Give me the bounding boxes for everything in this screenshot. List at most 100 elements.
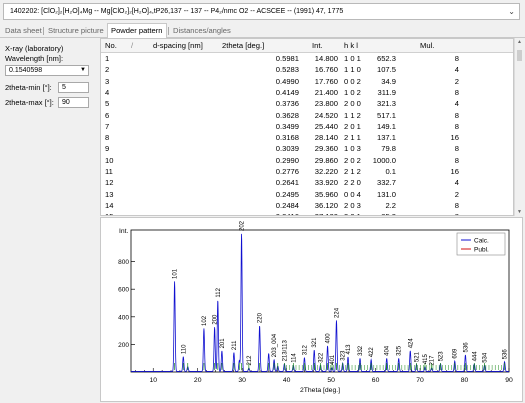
table-row[interactable]: 6 0.3628 24.520 517.1 1 1 2 8 — [101, 110, 513, 121]
tab-distances-angles[interactable]: Distances/angles — [170, 24, 234, 37]
table-cell: 8 — [454, 155, 459, 165]
table-cell: 6 — [105, 110, 110, 120]
table-cell: 8 — [105, 133, 110, 143]
peak-label: 415 — [423, 353, 429, 364]
x-tick-label: 80 — [461, 377, 469, 384]
table-row[interactable]: 13 0.2495 35.960 131.0 0 0 4 2 — [101, 189, 513, 200]
table-cell: 2 1 2 — [344, 167, 361, 176]
peak-label: 322 — [318, 352, 324, 363]
table-cell: 8 — [454, 121, 459, 131]
table-cell: 0.2776 — [275, 167, 299, 176]
table-header: No. / d-spacing [nm] 2theta [deg.] Int. … — [101, 39, 513, 53]
theta-max-label: 2theta-max [°]: — [5, 98, 54, 107]
table-row[interactable]: 5 0.3736 23.800 321.3 2 0 0 4 — [101, 98, 513, 109]
column-header-d-spacing[interactable]: d-spacing [nm] — [153, 39, 203, 52]
theta-max-input[interactable]: 90 — [58, 97, 89, 108]
table-cell: 9 — [105, 144, 110, 154]
powder-pattern-plot: 200 400 600 800 10 20 30 40 50 60 70 80 90 Int. 2Theta… — [118, 220, 513, 394]
table-row[interactable]: 7 0.3499 25.440 149.1 2 0 1 8 — [101, 121, 513, 132]
table-cell: 0.3736 — [275, 99, 299, 109]
peak-label: 114 — [291, 353, 297, 363]
wavelength-select[interactable]: 0.1540598 ▼ — [5, 65, 89, 76]
column-header-multiplicity[interactable]: Mul. — [420, 39, 434, 52]
table-cell: 1 1 2 — [344, 110, 361, 120]
x-tick-label: 90 — [505, 377, 513, 384]
x-tick-label: 50 — [327, 377, 335, 384]
tab-structure-picture[interactable]: Structure picture — [45, 24, 107, 37]
table-cell: 0.2990 — [275, 155, 299, 165]
table-cell: 0.5283 — [275, 65, 299, 75]
peak-label: 202 — [240, 220, 246, 231]
tab-bar: Data sheet Structure picture Powder patt… — [0, 23, 525, 39]
chevron-down-icon[interactable]: ⌄ — [508, 4, 515, 19]
peak-label: 523 — [439, 351, 445, 362]
peak-label: 404 — [385, 345, 391, 356]
column-header-intensity[interactable]: Int. — [312, 39, 323, 52]
table-cell: 0.4149 — [275, 87, 299, 97]
table-row[interactable]: 4 0.4149 21.400 311.9 1 0 2 8 — [101, 87, 513, 98]
peak-label: 536 — [463, 342, 469, 353]
table-cell: 0.2641 — [275, 178, 299, 188]
table-cell: 149.1 — [376, 121, 396, 131]
table-cell: 137.1 — [376, 133, 396, 143]
table-cell: 85.2 — [381, 211, 396, 215]
table-cell: 2 — [105, 65, 110, 75]
wavelength-label: Wavelength [nm]: — [5, 54, 64, 63]
table-cell: 4 — [454, 65, 459, 75]
table-cell: 0.3628 — [275, 110, 299, 120]
tab-data-sheet[interactable]: Data sheet — [2, 24, 45, 37]
dropdown-arrow-icon: ▼ — [80, 67, 86, 73]
table-row[interactable]: 11 0.2776 32.220 0.1 2 1 2 16 — [101, 166, 513, 177]
radiation-source-label: X-ray (laboratory) — [5, 44, 64, 53]
table-row[interactable]: 10 0.2990 29.860 1000.0 2 0 2 8 — [101, 155, 513, 166]
table-row[interactable]: 1 0.5981 14.800 652.3 1 0 1 8 — [101, 53, 513, 64]
table-cell: 16.760 — [314, 65, 338, 75]
structure-selector[interactable]: 1402202: [ClO₂]₂[H₂O]₄Mg -- Mg[ClO₂]₂[H₂… — [3, 3, 520, 20]
table-cell: 2 2 0 — [344, 178, 361, 188]
table-cell: 0 0 2 — [344, 76, 361, 86]
column-header-hkl[interactable]: h k l — [344, 39, 358, 52]
table-cell: 1 0 1 — [344, 54, 361, 63]
table-cell: 11 — [105, 167, 113, 176]
table-cell: 8 — [454, 200, 459, 210]
peak-label: 101 — [173, 268, 179, 279]
tab-powder-pattern[interactable]: Powder pattern — [107, 23, 167, 39]
reflection-table[interactable]: No. / d-spacing [nm] 2theta [deg.] Int. … — [100, 38, 514, 216]
column-header-2theta[interactable]: 2theta [deg.] — [222, 39, 264, 52]
table-cell: 32.220 — [314, 167, 338, 176]
table-row[interactable]: 9 0.3039 29.360 79.8 1 0 3 8 — [101, 143, 513, 154]
scrollbar-thumb[interactable] — [517, 50, 522, 61]
scroll-up-icon[interactable]: ▲ — [515, 39, 524, 45]
table-row[interactable]: 12 0.2641 33.920 332.7 2 2 0 4 — [101, 177, 513, 188]
table-scrollbar[interactable]: ▲ ▼ — [514, 38, 523, 216]
y-tick-label: 600 — [118, 287, 129, 294]
tab-separator — [168, 27, 169, 35]
table-cell: 1 — [105, 54, 110, 63]
table-cell: 29.360 — [314, 144, 338, 154]
sort-indicator-icon: / — [131, 41, 134, 50]
table-row[interactable]: 3 0.4990 17.760 34.9 0 0 2 2 — [101, 76, 513, 87]
table-row[interactable]: 8 0.3168 28.140 137.1 2 1 1 16 — [101, 132, 513, 143]
table-cell: 16 — [450, 167, 459, 176]
peak-label: 536 — [503, 349, 509, 360]
x-tick-label: 10 — [149, 377, 157, 384]
peak-label: 217 — [430, 355, 436, 366]
x-tick-label: 20 — [194, 377, 202, 384]
table-row[interactable]: 14 0.2484 36.120 2.2 2 0 3 8 — [101, 200, 513, 211]
table-cell: 7 — [105, 121, 110, 131]
table-cell: 2.2 — [385, 200, 396, 210]
powder-pattern-chart: 200 400 600 800 10 20 30 40 50 60 70 80 90 Int. 2Theta… — [100, 217, 523, 402]
peak-label: 400 — [326, 333, 332, 344]
table-row[interactable]: 2 0.5283 16.760 107.5 1 1 0 4 — [101, 64, 513, 75]
table-row[interactable]: 15 0.2416 37.180 85.2 3 0 1 8 — [101, 211, 513, 215]
peak-label: 444 — [472, 351, 478, 362]
table-cell: 0.1 — [385, 167, 396, 176]
x-tick-label: 40 — [283, 377, 291, 384]
y-tick-label: 400 — [118, 314, 129, 321]
column-header-no[interactable]: No. — [105, 39, 117, 52]
theta-min-input[interactable]: 5 — [58, 82, 89, 93]
table-cell: 0 0 4 — [344, 189, 361, 199]
table-cell: 2 — [454, 76, 459, 86]
table-cell: 33.920 — [314, 178, 338, 188]
scroll-down-icon[interactable]: ▼ — [515, 209, 524, 215]
